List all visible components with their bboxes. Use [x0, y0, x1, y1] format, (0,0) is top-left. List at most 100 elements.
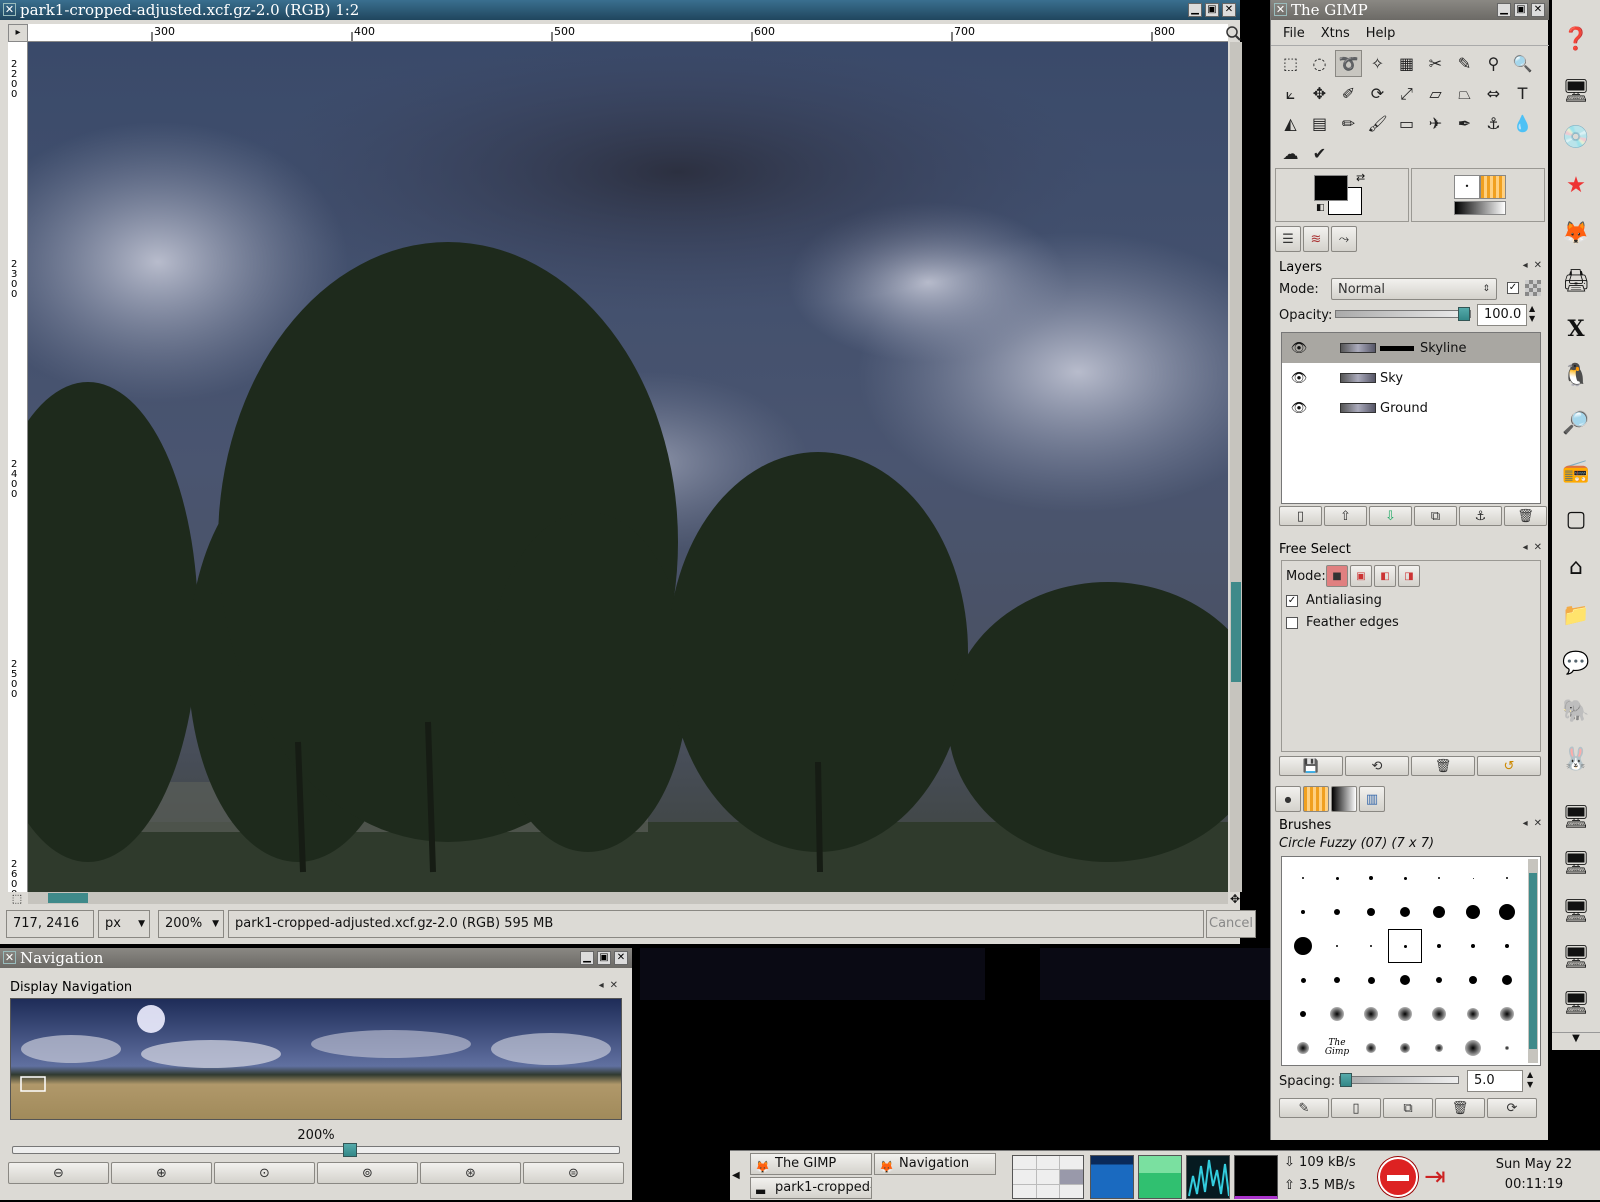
navigation-zoom-slider[interactable]	[12, 1143, 620, 1157]
image-window-titlebar[interactable]: ✕ park1-cropped-adjusted.xcf.gz-2.0 (RGB…	[0, 0, 1240, 20]
quick-mask-icon[interactable]: ⬚	[8, 892, 26, 906]
dodge-icon[interactable]: ✔	[1306, 140, 1333, 167]
dock-menu-icon[interactable]: ◂	[1523, 818, 1528, 829]
chat-launcher-icon[interactable]: 🐧	[1558, 358, 1594, 392]
brush-swatch[interactable]	[1456, 929, 1490, 963]
pattern-indicator[interactable]	[1480, 175, 1506, 199]
eye-icon[interactable]: 👁	[1282, 371, 1316, 386]
terminal-launcher-icon[interactable]: 🖥	[1558, 800, 1594, 834]
brush-swatch[interactable]	[1490, 895, 1524, 929]
brush-swatch[interactable]	[1456, 895, 1490, 929]
brush-swatch[interactable]	[1388, 963, 1422, 997]
horizontal-ruler[interactable]: 300 400 500 600 700 800	[28, 24, 1228, 42]
terminal-launcher-icon[interactable]: 🖥	[1558, 894, 1594, 928]
brush-swatch[interactable]	[1286, 861, 1320, 895]
brush-swatch[interactable]	[1490, 963, 1524, 997]
dock-menu-icon[interactable]: ◂	[1523, 260, 1528, 271]
messenger-launcher-icon[interactable]: 💬	[1558, 646, 1594, 680]
terminal-launcher-icon[interactable]: 🖥	[1558, 940, 1594, 974]
pencil-icon[interactable]: ✏	[1335, 110, 1362, 137]
brush-swatch[interactable]	[1490, 861, 1524, 895]
brush-swatch[interactable]	[1388, 861, 1422, 895]
duplicate-layer-button[interactable]: ⧉	[1414, 506, 1457, 526]
brush-swatch[interactable]	[1354, 861, 1388, 895]
rotate-icon[interactable]: ⟳	[1364, 80, 1391, 107]
mascot-launcher-icon[interactable]: 🐰	[1558, 742, 1594, 776]
vertical-scrollbar[interactable]	[1230, 42, 1242, 892]
spacing-input[interactable]: 5.0	[1467, 1070, 1523, 1092]
brush-swatch[interactable]	[1388, 1031, 1422, 1065]
window-menu-icon[interactable]: ✕	[3, 3, 16, 16]
toolbox-titlebar[interactable]: ✕ The GIMP ▁ ▣ ✕	[1271, 0, 1549, 20]
reset-options-button[interactable]: ↺	[1477, 756, 1541, 776]
brush-swatch[interactable]	[1456, 1031, 1490, 1065]
terminal-launcher-icon[interactable]: 🖥	[1558, 986, 1594, 1020]
brush-swatch[interactable]	[1422, 929, 1456, 963]
layers-tab[interactable]: ☰	[1275, 226, 1301, 252]
zoom-fit-button[interactable]: ⊚	[317, 1162, 418, 1184]
spacing-slider[interactable]	[1339, 1073, 1459, 1087]
select-by-color-icon[interactable]: ▦	[1393, 50, 1420, 77]
printer-launcher-icon[interactable]: 🖨	[1558, 264, 1594, 298]
scissors-icon[interactable]: ✂	[1422, 50, 1449, 77]
zoom-toggle-icon[interactable]	[1224, 24, 1242, 42]
brush-swatch[interactable]	[1354, 963, 1388, 997]
brush-swatch[interactable]	[1320, 997, 1354, 1031]
taskbar-scroll-left-icon[interactable]: ◀	[732, 1157, 744, 1195]
perspective-icon[interactable]: ⏢	[1451, 80, 1478, 107]
blur-icon[interactable]: 💧	[1509, 110, 1536, 137]
brush-swatch[interactable]	[1286, 1031, 1320, 1065]
dock-menu-icon[interactable]: ◂	[1523, 542, 1528, 553]
save-options-button[interactable]: 💾	[1279, 756, 1343, 776]
horizontal-scroll-thumb[interactable]	[48, 893, 88, 903]
raise-layer-button[interactable]: ⇧	[1324, 506, 1367, 526]
brush-swatch[interactable]	[1422, 895, 1456, 929]
maximize-icon[interactable]: ▣	[1514, 3, 1528, 17]
task-navigation[interactable]: 🦊 Navigation	[874, 1153, 996, 1175]
brush-swatch[interactable]	[1354, 895, 1388, 929]
brush-swatch[interactable]	[1286, 895, 1320, 929]
opacity-input[interactable]: 100.0	[1477, 304, 1527, 326]
brush-swatch[interactable]	[1456, 963, 1490, 997]
eraser-icon[interactable]: ▭	[1393, 110, 1420, 137]
refresh-brushes-button[interactable]: ⟳	[1487, 1098, 1537, 1118]
clock[interactable]: Sun May 22 00:11:19	[1470, 1155, 1598, 1195]
x-launcher-icon[interactable]: X	[1558, 312, 1594, 346]
vertical-ruler[interactable]: 2200 2300 2400 2500 2600	[8, 42, 28, 892]
cancel-button[interactable]: Cancel	[1206, 910, 1256, 938]
screen-launcher-icon[interactable]: ▢	[1558, 502, 1594, 536]
zoom-icon[interactable]: 🔍	[1509, 50, 1536, 77]
eye-icon[interactable]: 👁	[1282, 341, 1316, 356]
image-canvas[interactable]	[28, 42, 1228, 892]
antialiasing-option[interactable]: ✓ Antialiasing	[1286, 593, 1382, 608]
workspace-pager[interactable]	[1012, 1155, 1084, 1199]
brush-swatch[interactable]	[1422, 997, 1456, 1031]
zoom-1-1-button[interactable]: ⊙	[214, 1162, 315, 1184]
brush-swatch[interactable]	[1490, 997, 1524, 1031]
dock-close-icon[interactable]: ✕	[1534, 260, 1542, 271]
fuzzy-select-icon[interactable]: ✧	[1364, 50, 1391, 77]
scale-icon[interactable]: ⤢	[1393, 80, 1420, 107]
minimize-icon[interactable]: ▁	[1497, 3, 1511, 17]
image-viewer-launcher-icon[interactable]: 🔎	[1558, 406, 1594, 440]
brush-scrollbar[interactable]	[1528, 859, 1538, 1063]
brush-swatch[interactable]	[1286, 929, 1320, 963]
network-launcher-icon[interactable]: 🐘	[1558, 694, 1594, 728]
paintbrush-icon[interactable]: 🖌	[1364, 110, 1391, 137]
brush-indicator[interactable]: •	[1454, 175, 1480, 199]
brush-swatch[interactable]	[1490, 1031, 1524, 1065]
help-launcher-icon[interactable]: ❓	[1558, 22, 1594, 56]
brush-swatch[interactable]	[1320, 895, 1354, 929]
menu-xtns[interactable]: Xtns	[1321, 26, 1350, 41]
duplicate-brush-button[interactable]: ⧉	[1383, 1098, 1433, 1118]
move-icon[interactable]: ✥	[1306, 80, 1333, 107]
horizontal-scrollbar[interactable]	[28, 892, 1228, 904]
brush-swatch[interactable]	[1286, 963, 1320, 997]
mode-subtract-button[interactable]: ◧	[1374, 565, 1396, 587]
close-icon[interactable]: ✕	[1531, 3, 1545, 17]
brush-swatch[interactable]	[1354, 997, 1388, 1031]
zoom-in-button[interactable]: ⊕	[111, 1162, 212, 1184]
mode-replace-button[interactable]: ■	[1326, 565, 1348, 587]
brush-swatch[interactable]	[1388, 997, 1422, 1031]
layer-row-ground[interactable]: 👁 Ground	[1282, 393, 1540, 423]
